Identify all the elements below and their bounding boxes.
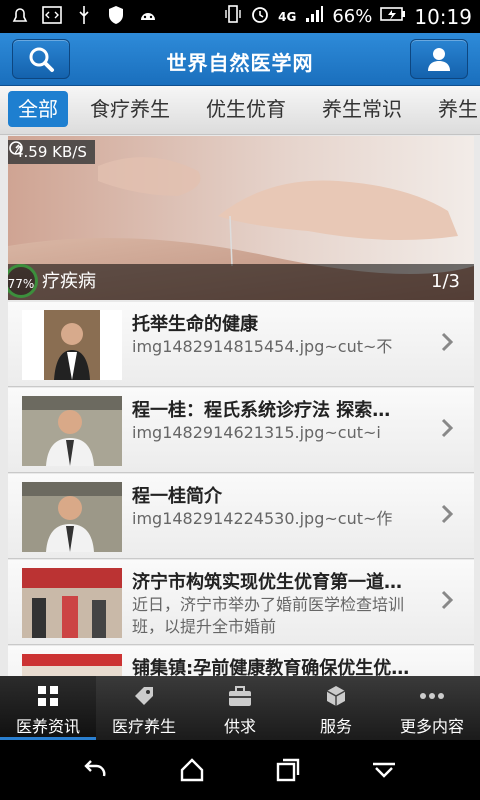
- speed-text: 4.59 KB/S: [14, 143, 87, 161]
- speed-indicator: 4.59 KB/S: [8, 140, 95, 164]
- cube-icon: [326, 686, 346, 706]
- recents-icon[interactable]: [274, 756, 302, 788]
- article-thumbnail: [22, 568, 122, 638]
- banner-pager: 1/3: [431, 271, 460, 292]
- battery-icon: [380, 6, 406, 27]
- banner-caption: 疗疾病: [42, 271, 96, 292]
- tab-all[interactable]: 全部: [8, 91, 68, 127]
- article-thumbnail: [22, 654, 122, 676]
- alarm-icon: [250, 4, 270, 29]
- nav-services[interactable]: 服务: [288, 676, 384, 740]
- chevron-down-icon[interactable]: [370, 756, 398, 788]
- nav-label: 更多内容: [399, 717, 464, 736]
- banner-caption-bar: 疗疾病 1/3: [8, 264, 474, 300]
- system-nav-bar: [0, 740, 480, 800]
- nav-label: 医疗养生: [111, 717, 176, 736]
- article-title: 铺集镇:孕前健康教育确保优生优…: [132, 658, 410, 676]
- nav-medical-health[interactable]: 医疗养生: [96, 676, 192, 740]
- article-title: 济宁市构筑实现优生优育第一道…: [132, 572, 402, 593]
- nav-supply-demand[interactable]: 供求: [192, 676, 288, 740]
- tag-icon: [135, 687, 153, 705]
- code-icon: [42, 5, 62, 25]
- tab-diet-health[interactable]: 食疗养生: [80, 91, 180, 127]
- article-summary: img1482914224530.jpg~cut~作: [132, 509, 393, 528]
- article-title: 程一桂简介: [132, 486, 222, 507]
- signal-icon: [304, 5, 324, 28]
- tab-health-more[interactable]: 养生: [428, 91, 480, 127]
- nav-medical-news[interactable]: 医养资讯: [0, 676, 96, 740]
- user-icon: [428, 48, 450, 71]
- more-icon: [420, 693, 444, 699]
- vibrate-icon: [224, 4, 242, 29]
- chevron-right-icon: [441, 332, 454, 352]
- bottom-nav: 医养资讯 医疗养生 供求 服务 更多内容: [0, 676, 480, 740]
- status-bar: 4G 66% 10:19: [0, 0, 480, 33]
- clock: 10:19: [414, 4, 472, 29]
- tab-eugenics[interactable]: 优生优育: [196, 91, 296, 127]
- article-title: 托举生命的健康: [132, 314, 258, 335]
- battery-percent: 66%: [332, 6, 373, 27]
- list-item[interactable]: 程一桂简介 img1482914224530.jpg~cut~作: [8, 474, 474, 559]
- nav-label: 服务: [319, 717, 352, 736]
- back-icon[interactable]: [82, 756, 110, 788]
- speedometer-icon: [9, 141, 23, 155]
- user-button[interactable]: [410, 39, 468, 79]
- article-summary: 近日，济宁市举办了婚前医学检查培训班，以提升全市婚前: [132, 595, 405, 636]
- banner-slider[interactable]: 4.59 KB/S 疗疾病 1/3 77%: [8, 136, 474, 300]
- list-item[interactable]: 托举生命的健康 img1482914815454.jpg~cut~不: [8, 302, 474, 387]
- shield-icon: [106, 5, 126, 25]
- nav-more[interactable]: 更多内容: [384, 676, 480, 740]
- usb-icon: [74, 5, 94, 25]
- notification-icon: [10, 5, 30, 25]
- network-type: 4G: [278, 9, 297, 24]
- article-list: 托举生命的健康 img1482914815454.jpg~cut~不 程一桂：程…: [8, 302, 474, 676]
- chevron-right-icon: [441, 418, 454, 438]
- list-item[interactable]: 铺集镇:孕前健康教育确保优生优…: [8, 646, 474, 676]
- page-title: 世界自然医学网: [166, 51, 314, 75]
- chevron-right-icon: [441, 504, 454, 524]
- article-thumbnail: [22, 482, 122, 552]
- chevron-right-icon: [441, 590, 454, 610]
- home-icon[interactable]: [178, 756, 206, 788]
- tab-health-knowledge[interactable]: 养生常识: [312, 91, 412, 127]
- article-summary: img1482914815454.jpg~cut~不: [132, 337, 393, 356]
- article-title: 程一桂：程氏系统诊疗法 探索…: [132, 400, 391, 421]
- article-summary: img1482914621315.jpg~cut~i: [132, 423, 381, 442]
- android-icon: [138, 5, 158, 25]
- nav-label: 供求: [223, 717, 256, 736]
- grid-icon: [38, 686, 58, 706]
- category-tabs: 全部 食疗养生 优生优育 养生常识 养生: [0, 86, 480, 135]
- list-item[interactable]: 济宁市构筑实现优生优育第一道… 近日，济宁市举办了婚前医学检查培训班，以提升全市…: [8, 560, 474, 645]
- briefcase-icon: [229, 686, 251, 706]
- list-item[interactable]: 程一桂：程氏系统诊疗法 探索… img1482914621315.jpg~cut…: [8, 388, 474, 473]
- nav-label: 医养资讯: [15, 717, 80, 736]
- article-thumbnail: [22, 310, 122, 380]
- article-thumbnail: [22, 396, 122, 466]
- app-header: 世界自然医学网: [0, 33, 480, 86]
